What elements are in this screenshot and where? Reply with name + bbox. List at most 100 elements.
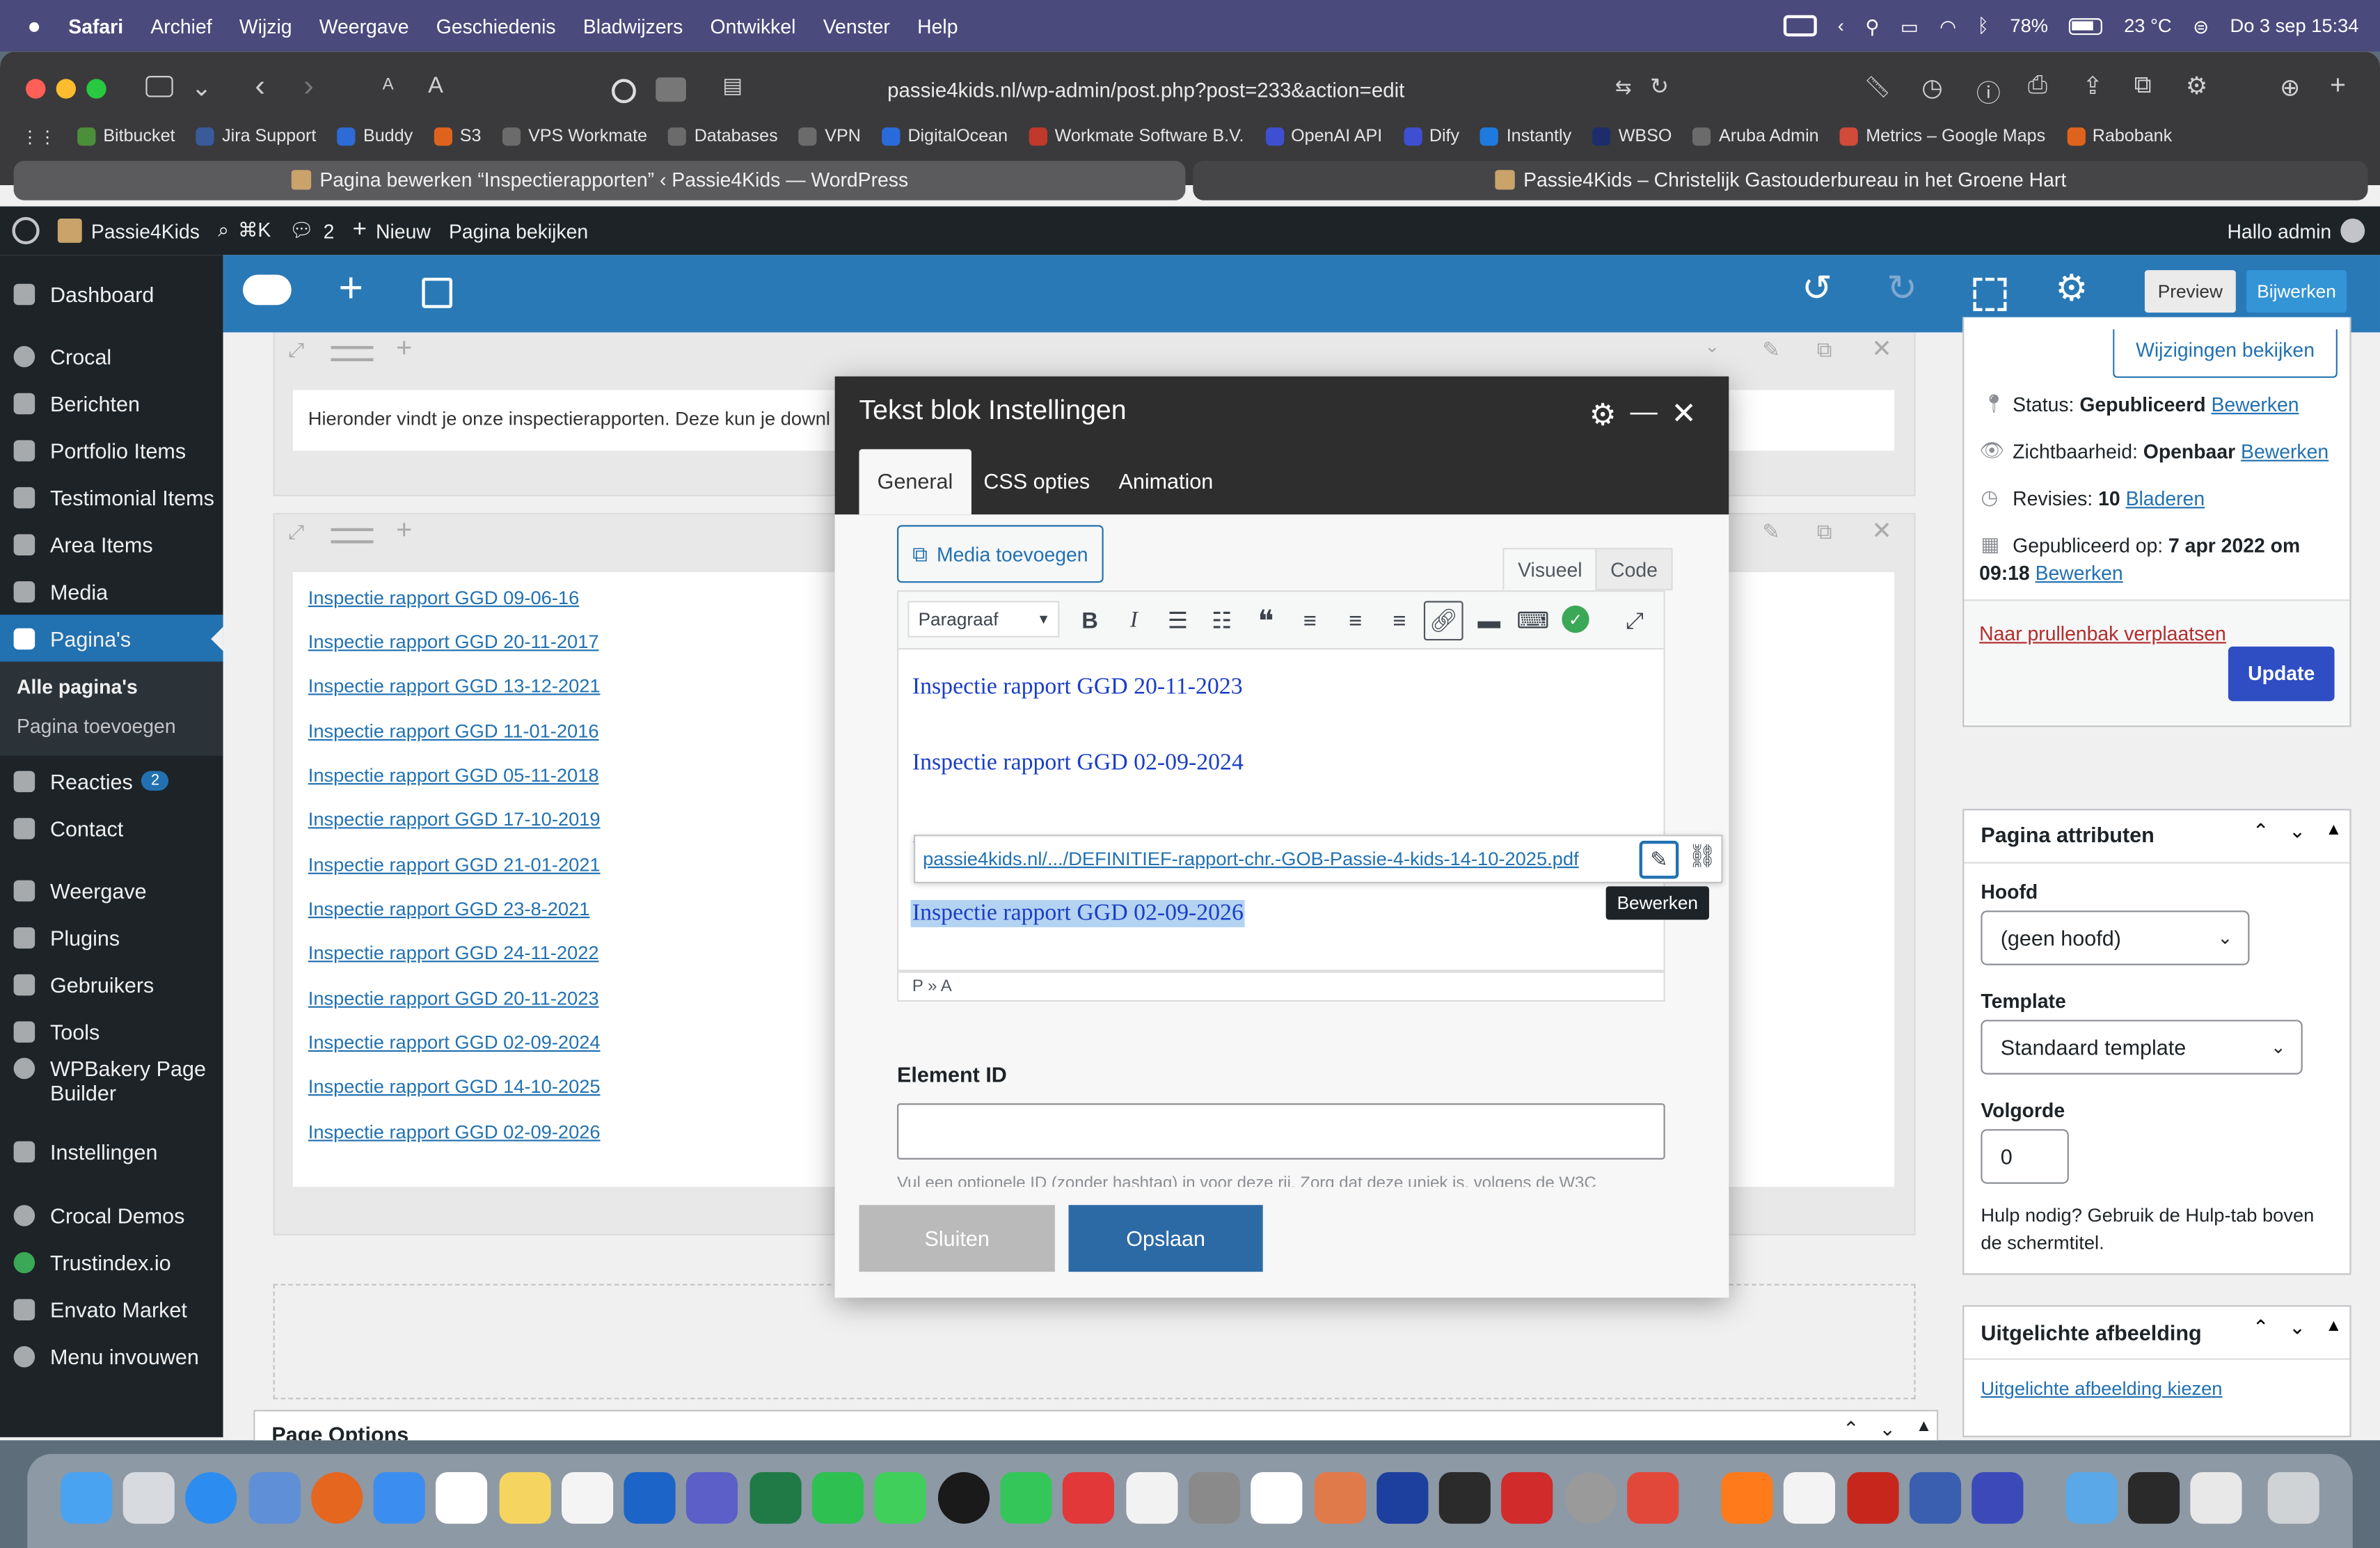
report-link-1[interactable]: Inspectie rapport GGD 09-06-16 xyxy=(308,587,580,609)
edit-row-icon[interactable]: ✎ xyxy=(1762,519,1780,545)
outlook-icon[interactable] xyxy=(624,1471,676,1524)
wordpress-logo-icon[interactable] xyxy=(12,216,40,245)
wifi-icon[interactable]: ◠ xyxy=(1939,15,1956,38)
menu-bladwijzers[interactable]: Bladwijzers xyxy=(583,15,683,38)
undo-icon[interactable]: ↺ xyxy=(1802,267,1832,311)
tab-passie4kids-site[interactable]: Passie4Kids – Christelijk Gastouderburea… xyxy=(1193,161,2368,200)
menu-wijzig[interactable]: Wijzig xyxy=(239,15,292,38)
edit-visibility-link[interactable]: Bewerken xyxy=(2241,440,2329,463)
bold-icon[interactable]: B xyxy=(1074,606,1105,636)
3cx-icon[interactable] xyxy=(1438,1471,1491,1524)
screenshots-stack-icon[interactable] xyxy=(2127,1471,2180,1524)
favorite-aruba-admin[interactable]: Aruba Admin xyxy=(1692,127,1819,146)
align-center-icon[interactable]: ≡ xyxy=(1340,606,1371,636)
report-link-13[interactable]: Inspectie rapport GGD 02-09-2026 xyxy=(308,1121,601,1143)
row-layout-icon[interactable] xyxy=(331,346,374,361)
favorite-databases[interactable]: Databases xyxy=(668,127,778,146)
search-shortcut[interactable]: ⌕ ⌘K xyxy=(218,219,271,243)
whatsapp-icon[interactable] xyxy=(811,1471,864,1524)
fullscreen-icon[interactable] xyxy=(1973,278,2007,311)
content-line-4-selected[interactable]: Inspectie rapport GGD 02-09-2026 xyxy=(910,899,1246,928)
weather-readout[interactable]: 23 °C xyxy=(2124,15,2172,37)
add-element-icon[interactable]: + xyxy=(338,264,363,313)
sidebar-item-testimonial[interactable]: Testimonial Items xyxy=(0,473,223,521)
mail-icon[interactable] xyxy=(373,1471,425,1524)
toggle-panel-icon[interactable]: ▲ xyxy=(1916,1417,1933,1435)
sidebar-item-weergave[interactable]: Weergave xyxy=(0,867,223,914)
edit-link-icon[interactable]: ✎ xyxy=(1639,840,1679,879)
move-down-icon[interactable]: ⌄ xyxy=(1879,1417,1896,1440)
sidebar-subitem-alle-paginas[interactable]: Alle pagina's xyxy=(0,666,223,706)
templates-icon[interactable] xyxy=(422,278,452,308)
order-input[interactable]: 0 xyxy=(1981,1129,2069,1184)
close-window-button[interactable] xyxy=(26,79,46,99)
tab-code[interactable]: Code xyxy=(1595,548,1673,591)
favorite-bitbucket[interactable]: Bitbucket xyxy=(77,127,175,146)
minimize-window-button[interactable] xyxy=(56,79,77,99)
battery-percent[interactable]: 78% xyxy=(2010,15,2048,37)
comments-link[interactable]: 💬︎ 2 xyxy=(289,219,335,243)
favorite-vps-workmate[interactable]: VPS Workmate xyxy=(502,127,647,146)
server-icon[interactable] xyxy=(1909,1471,1962,1524)
sidebar-item-wpbakery[interactable]: WPBakery Page Builder xyxy=(0,1057,223,1108)
ai-app-icon[interactable] xyxy=(248,1471,301,1524)
link-url[interactable]: passie4kids.nl/.../DEFINITIEF-rapport-ch… xyxy=(923,848,1578,870)
antenna-icon[interactable]: ⚲ xyxy=(1865,15,1879,38)
download-icon[interactable]: ⊕ xyxy=(2280,73,2300,104)
account-menu[interactable]: Hallo admin xyxy=(2227,218,2365,243)
finder-icon[interactable] xyxy=(61,1471,113,1524)
info-icon[interactable]: ⓘ xyxy=(1976,73,2001,109)
favorite-openai[interactable]: OpenAI API xyxy=(1265,127,1382,146)
report-link-8[interactable]: Inspectie rapport GGD 23-8-2021 xyxy=(308,899,590,920)
close-button[interactable]: Sluiten xyxy=(859,1205,1055,1272)
documents-stack-icon[interactable] xyxy=(2190,1471,2242,1524)
add-column-icon[interactable]: + xyxy=(396,514,412,546)
firefox-icon[interactable] xyxy=(311,1471,363,1524)
favorite-vpn[interactable]: VPN xyxy=(799,127,861,146)
delete-row-icon[interactable]: ✕ xyxy=(1871,334,1891,365)
messages-icon[interactable] xyxy=(874,1471,926,1524)
favorites-grid-icon[interactable]: ⋮⋮ xyxy=(22,126,56,147)
minimize-icon[interactable]: — xyxy=(1631,396,1658,428)
sidebar-item-dashboard[interactable]: Dashboard xyxy=(0,270,223,317)
new-content-link[interactable]: + Nieuw xyxy=(353,217,431,244)
quote-icon[interactable]: ❝ xyxy=(1251,605,1281,638)
reload-icon[interactable]: ↻ xyxy=(1650,73,1669,100)
dots-app-icon[interactable] xyxy=(1501,1471,1553,1524)
collapse-row-icon[interactable]: ⌄ xyxy=(1704,335,1720,357)
format-select[interactable]: Paragraaf ▼ xyxy=(907,601,1060,638)
align-right-icon[interactable]: ≡ xyxy=(1384,606,1415,636)
clone-row-icon[interactable]: ⧉ xyxy=(1817,337,1832,363)
edit-row-icon[interactable]: ✎ xyxy=(1762,337,1780,363)
forward-icon[interactable]: › xyxy=(303,70,314,104)
report-link-4[interactable]: Inspectie rapport GGD 11-01-2016 xyxy=(308,721,599,743)
system-settings-icon[interactable] xyxy=(1564,1471,1617,1524)
trash-icon[interactable] xyxy=(2267,1471,2319,1524)
print-icon[interactable]: ⎙ xyxy=(2028,73,2047,100)
sidebar-item-gebruikers[interactable]: Gebruikers xyxy=(0,961,223,1008)
numbered-list-icon[interactable]: ☷ xyxy=(1207,606,1237,636)
menu-geschiedenis[interactable]: Geschiedenis xyxy=(436,15,556,38)
ruler-icon[interactable]: 📏︎ xyxy=(1864,74,1891,100)
sidebar-item-plugins[interactable]: Plugins xyxy=(0,914,223,961)
toggle-panel-icon[interactable]: ▲ xyxy=(2325,1318,2342,1336)
word-app-icon[interactable] xyxy=(1377,1471,1429,1524)
new-tab-icon[interactable]: + xyxy=(2330,70,2346,102)
delete-row-icon[interactable]: ✕ xyxy=(1871,516,1891,546)
sidebar-item-envato[interactable]: Envato Market xyxy=(0,1286,223,1333)
sidebar-item-instellingen[interactable]: Instellingen xyxy=(0,1128,223,1175)
favorite-metrics-maps[interactable]: Metrics – Google Maps xyxy=(1840,127,2045,146)
reminders-icon[interactable] xyxy=(562,1471,614,1524)
excel-icon[interactable] xyxy=(749,1471,802,1524)
clone-row-icon[interactable]: ⧉ xyxy=(1817,519,1832,545)
tab-visueel[interactable]: Visueel xyxy=(1502,548,1598,591)
favorite-instantly[interactable]: Instantly xyxy=(1480,127,1571,146)
safari-icon[interactable] xyxy=(185,1471,237,1524)
parent-select[interactable]: (geen hoofd) ⌄ xyxy=(1981,910,2250,965)
apple-icon[interactable]: ● xyxy=(27,13,41,39)
move-down-icon[interactable]: ⌄ xyxy=(2289,819,2306,844)
add-media-button[interactable]: ⧉ Media toevoegen xyxy=(897,525,1104,583)
wpbakery-logo-icon[interactable] xyxy=(242,274,292,306)
downloads-folder-icon[interactable] xyxy=(2065,1471,2118,1524)
redo-icon[interactable]: ↻ xyxy=(1887,267,1917,311)
